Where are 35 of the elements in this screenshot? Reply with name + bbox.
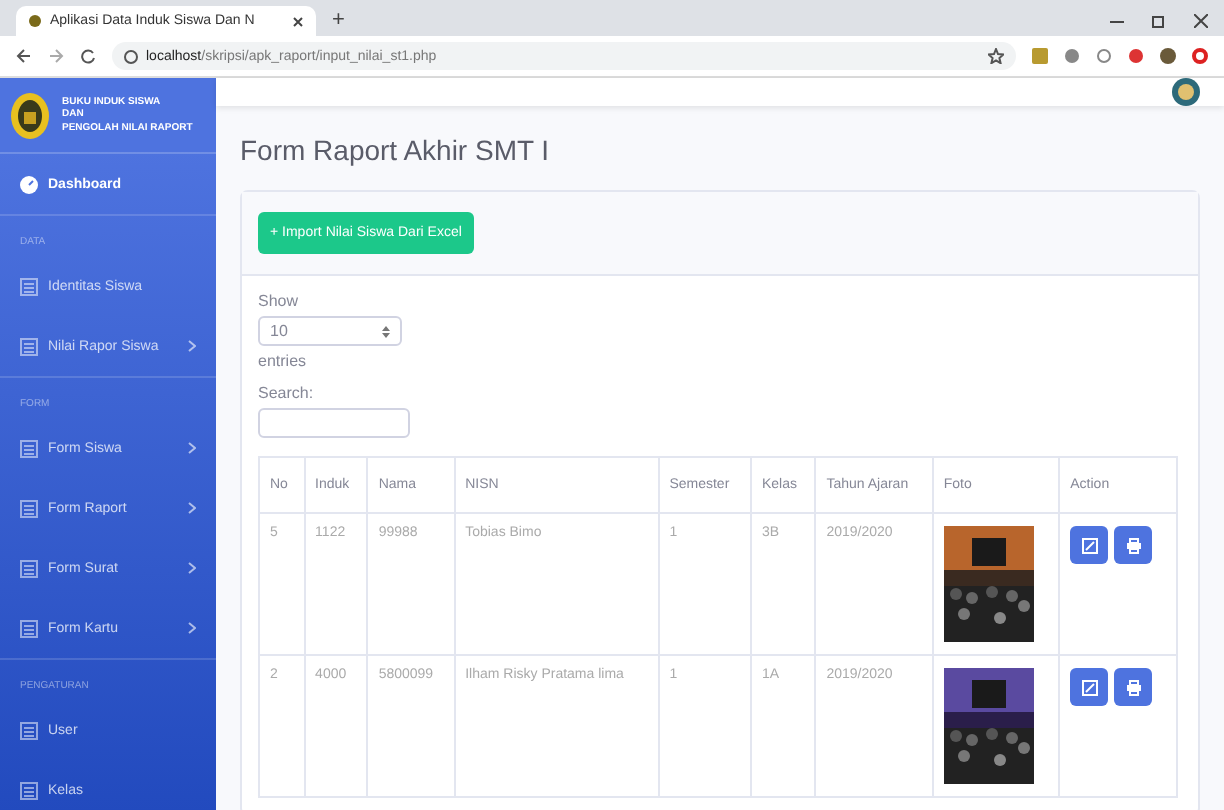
- logo-icon: [10, 91, 50, 139]
- entries-label: entries: [258, 352, 307, 370]
- edit-button[interactable]: [1070, 526, 1109, 564]
- search-label: Search:: [258, 384, 314, 402]
- back-icon[interactable]: [16, 48, 32, 64]
- star-icon[interactable]: [988, 48, 1004, 64]
- show-label: Show: [258, 292, 299, 310]
- search-field[interactable]: [258, 408, 410, 438]
- page-title: Form Raport Akhir SMT I: [240, 134, 552, 166]
- edit-icon: [1081, 679, 1098, 695]
- list-icon: [20, 439, 38, 457]
- list-icon: [20, 781, 38, 799]
- entries-select[interactable]: 10: [258, 316, 402, 346]
- list-icon: [20, 721, 38, 739]
- list-icon: [20, 499, 38, 517]
- avatar-icon[interactable]: [1160, 48, 1176, 64]
- print-button[interactable]: [1114, 668, 1153, 706]
- edit-icon: [1081, 537, 1098, 553]
- new-tab-button[interactable]: +: [332, 8, 345, 32]
- close-icon[interactable]: [292, 15, 304, 27]
- user-avatar[interactable]: [1172, 78, 1200, 106]
- list-icon: [20, 619, 38, 637]
- edit-button[interactable]: [1070, 668, 1109, 706]
- print-button[interactable]: [1114, 526, 1153, 564]
- gauge-icon: [20, 175, 38, 193]
- close-icon[interactable]: [1194, 14, 1208, 28]
- info-icon: [124, 49, 138, 63]
- restore-icon[interactable]: [1152, 14, 1166, 28]
- list-icon: [20, 559, 38, 577]
- reload-icon[interactable]: [80, 48, 96, 64]
- print-icon: [1125, 537, 1142, 553]
- list-icon: [20, 337, 38, 355]
- sort-icon: [382, 325, 390, 337]
- list-icon: [20, 277, 38, 295]
- print-icon: [1125, 679, 1142, 695]
